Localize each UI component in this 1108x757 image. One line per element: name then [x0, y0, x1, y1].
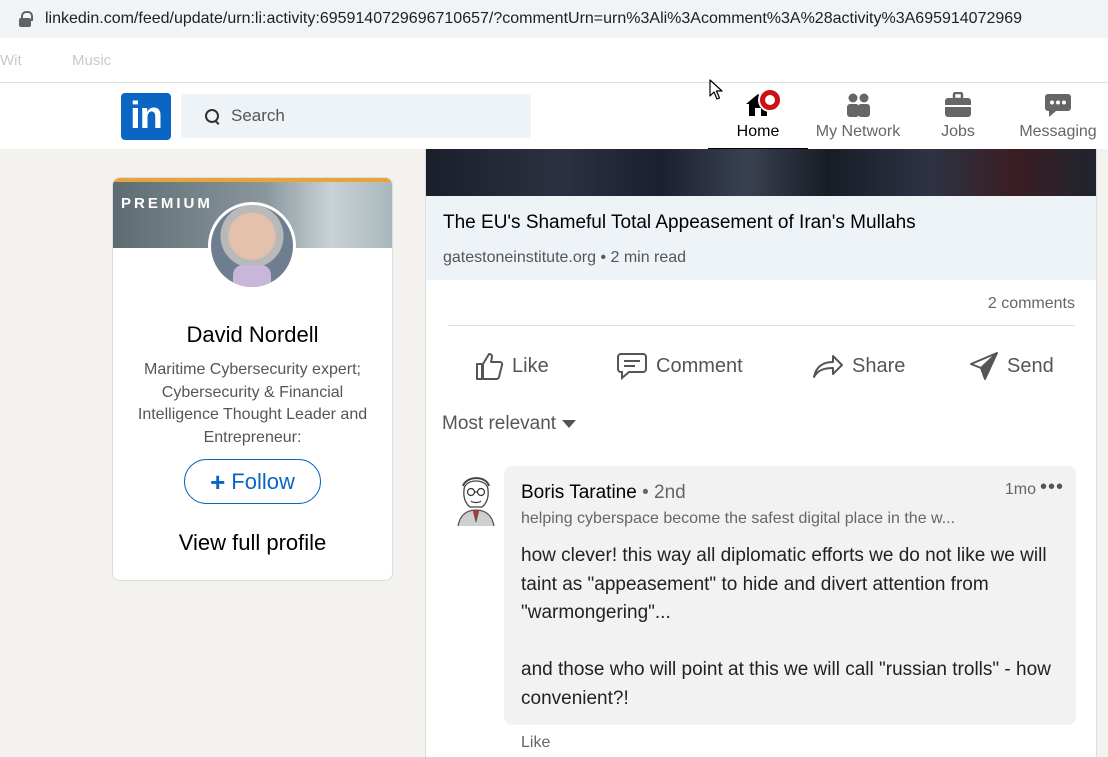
comment-text: how clever! this way all diplomatic effo…: [521, 545, 1051, 709]
mouse-cursor-icon: [709, 79, 723, 100]
comment-icon: [617, 353, 647, 380]
sort-label: Most relevant: [442, 413, 557, 434]
nav-home[interactable]: Home: [708, 83, 808, 150]
send-label: Send: [1007, 354, 1054, 377]
article-source: gatestoneinstitute.org • 2 min read: [443, 249, 687, 266]
comment-like-button[interactable]: Like: [521, 734, 550, 752]
article-title: The EU's Shameful Total Appeasement of I…: [443, 212, 916, 233]
nav-label: Jobs: [941, 123, 975, 140]
search-input[interactable]: Search: [181, 94, 531, 138]
sort-dropdown[interactable]: Most relevant: [442, 413, 577, 435]
like-label: Like: [512, 354, 549, 377]
article-link[interactable]: The EU's Shameful Total Appeasement of I…: [426, 196, 1096, 280]
network-icon: [847, 93, 870, 117]
share-button[interactable]: Share: [812, 345, 905, 387]
divider: [448, 325, 1075, 326]
social-actions: Like Comment Share Send: [426, 345, 1096, 387]
profile-name[interactable]: David Nordell: [113, 322, 392, 348]
caret-down-icon: [562, 420, 577, 428]
more-options-icon[interactable]: •••: [1040, 476, 1064, 499]
avatar[interactable]: [208, 202, 296, 290]
comment-count[interactable]: 2 comments: [988, 295, 1075, 313]
send-icon: [970, 352, 998, 380]
comment-author[interactable]: Boris Taratine • 2nd: [521, 482, 686, 504]
nav-jobs[interactable]: Jobs: [908, 83, 1008, 150]
url-text[interactable]: linkedin.com/feed/update/urn:li:activity…: [45, 10, 1022, 28]
comment-time: 1mo: [1004, 481, 1036, 498]
profile-card: PREMIUM David Nordell Maritime Cybersecu…: [112, 177, 393, 581]
bookmarks-bar: Wit Music: [0, 38, 1108, 82]
lock-icon: [18, 11, 33, 27]
follow-button[interactable]: + Follow: [184, 459, 321, 504]
premium-badge: PREMIUM: [121, 195, 213, 212]
connection-degree: • 2nd: [636, 482, 686, 503]
share-label: Share: [852, 354, 906, 377]
article-image[interactable]: [426, 149, 1096, 196]
search-icon: [205, 109, 219, 123]
share-icon: [813, 355, 843, 378]
comment-button[interactable]: Comment: [616, 345, 743, 387]
post-card: The EU's Shameful Total Appeasement of I…: [425, 149, 1097, 757]
linkedin-logo[interactable]: in: [121, 93, 171, 140]
send-button[interactable]: Send: [969, 345, 1054, 387]
plus-icon: +: [210, 466, 226, 497]
profile-headline: Maritime Cybersecurity expert; Cybersecu…: [137, 361, 368, 446]
notification-badge: [758, 88, 782, 112]
like-button[interactable]: Like: [474, 345, 549, 387]
comment-author-name[interactable]: Boris Taratine: [521, 482, 637, 503]
nav-messaging[interactable]: Messaging: [1008, 83, 1108, 150]
messaging-icon: [1045, 94, 1071, 117]
view-full-profile-link[interactable]: View full profile: [113, 530, 392, 556]
nav-label: Home: [736, 123, 780, 140]
search-placeholder: Search: [231, 106, 285, 125]
comment-bubble: Boris Taratine • 2nd 1mo ••• helping cyb…: [504, 466, 1076, 725]
bookmark-item[interactable]: Wit: [0, 52, 22, 69]
follow-label: Follow: [231, 468, 295, 494]
nav-my-network[interactable]: My Network: [808, 83, 908, 150]
briefcase-icon: [945, 92, 971, 117]
bookmark-item[interactable]: Music: [72, 52, 111, 69]
commenter-avatar[interactable]: [452, 472, 500, 526]
comment-author-headline: helping cyberspace become the safest dig…: [521, 510, 956, 527]
like-icon: [476, 353, 504, 380]
browser-address-bar[interactable]: linkedin.com/feed/update/urn:li:activity…: [0, 0, 1108, 38]
comment-label: Comment: [656, 354, 743, 377]
nav-label: My Network: [815, 123, 901, 140]
global-nav: in Search Home My Network Jobs Messaging: [0, 82, 1108, 150]
nav-label: Messaging: [1019, 123, 1097, 140]
